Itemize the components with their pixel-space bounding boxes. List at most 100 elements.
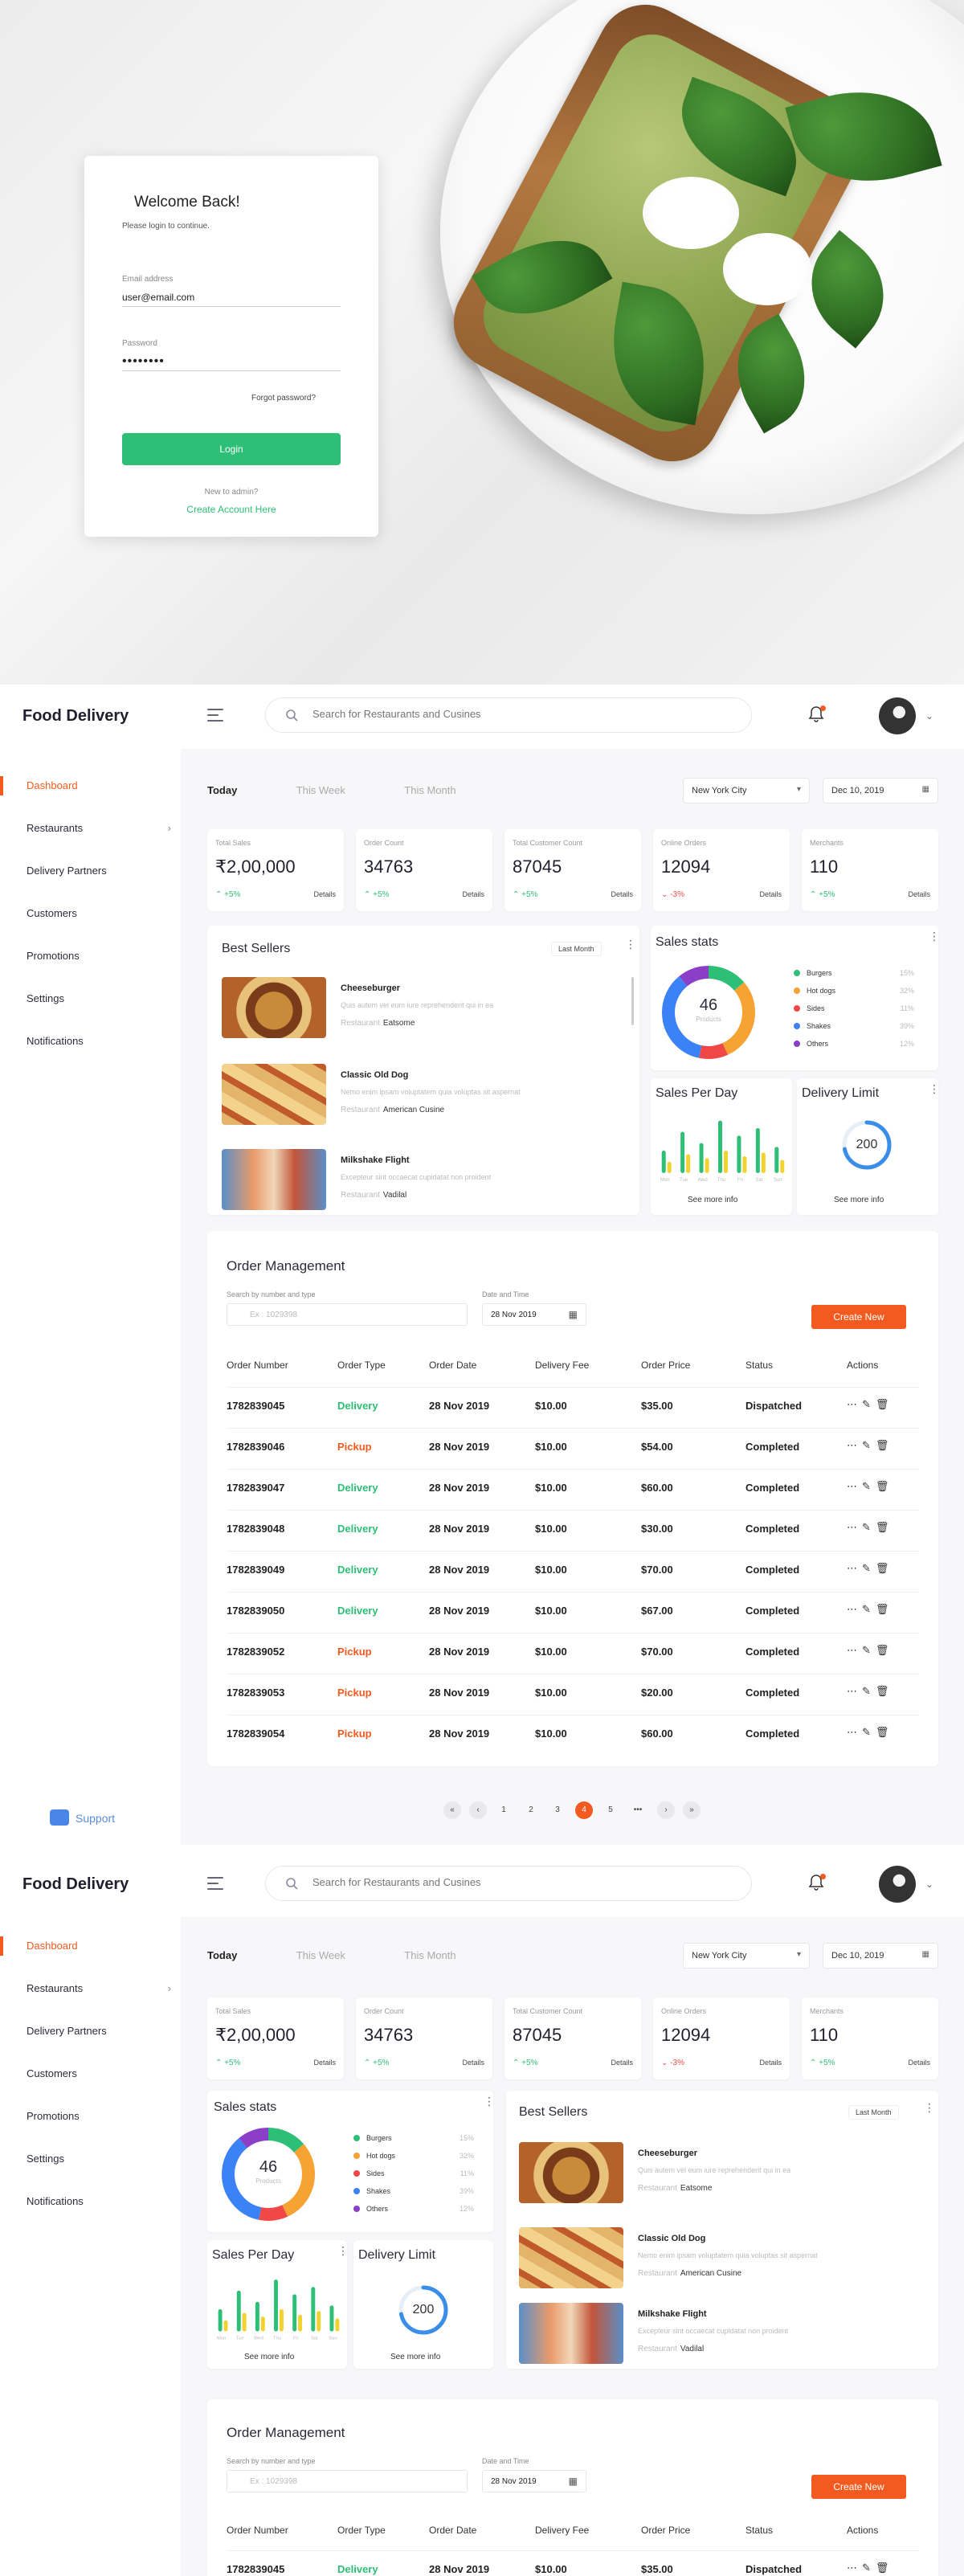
more-options-icon[interactable]: ⋮ bbox=[337, 2245, 349, 2256]
list-item[interactable]: Classic Old Dog Nemo enim ipsam voluptat… bbox=[222, 1064, 615, 1126]
sidebar-item-promotions[interactable]: Promotions bbox=[0, 2107, 181, 2126]
tab-this-month[interactable]: This Month bbox=[404, 1949, 455, 1961]
page-2[interactable]: 2 bbox=[522, 1801, 540, 1819]
see-more-link[interactable]: See more info bbox=[834, 1196, 884, 1204]
order-date-picker[interactable]: 28 Nov 2019 ▦ bbox=[482, 1303, 586, 1326]
details-link[interactable]: Details bbox=[462, 890, 484, 898]
more-icon[interactable]: ⋯ bbox=[847, 2562, 862, 2574]
edit-icon[interactable]: ✎ bbox=[862, 1398, 876, 1410]
list-item[interactable]: Cheeseburger Quis autem vel eum iure rep… bbox=[519, 2142, 921, 2205]
delete-icon[interactable]: 🗑 bbox=[876, 1726, 894, 1738]
edit-icon[interactable]: ✎ bbox=[862, 1439, 876, 1451]
menu-icon[interactable] bbox=[207, 709, 227, 723]
see-more-link[interactable]: See more info bbox=[688, 1196, 737, 1204]
delete-icon[interactable]: 🗑 bbox=[876, 1644, 894, 1656]
edit-icon[interactable]: ✎ bbox=[862, 1685, 876, 1697]
delete-icon[interactable]: 🗑 bbox=[876, 1685, 894, 1697]
scrollbar[interactable] bbox=[631, 977, 634, 1025]
delete-icon[interactable]: 🗑 bbox=[876, 1521, 894, 1533]
sidebar-item-settings[interactable]: Settings bbox=[0, 2149, 181, 2169]
more-options-icon[interactable]: ⋮ bbox=[929, 1083, 940, 1094]
more-icon[interactable]: ⋯ bbox=[847, 1480, 862, 1492]
delete-icon[interactable]: 🗑 bbox=[876, 1480, 894, 1492]
details-link[interactable]: Details bbox=[908, 890, 930, 898]
more-icon[interactable]: ⋯ bbox=[847, 1603, 862, 1615]
page-4[interactable]: 4 bbox=[575, 1801, 593, 1819]
more-icon[interactable]: ⋯ bbox=[847, 1398, 862, 1410]
delete-icon[interactable]: 🗑 bbox=[876, 1562, 894, 1574]
tab-this-week[interactable]: This Week bbox=[296, 784, 345, 796]
avatar[interactable] bbox=[879, 697, 916, 734]
sidebar-item-restaurants[interactable]: Restaurants › bbox=[0, 819, 181, 838]
list-item[interactable]: Milkshake Flight Excepteur sint occaecat… bbox=[519, 2303, 921, 2365]
sidebar-item-restaurants[interactable]: Restaurants › bbox=[0, 1979, 181, 1998]
prev-page-icon[interactable]: ‹ bbox=[469, 1801, 487, 1819]
more-options-icon[interactable]: ⋮ bbox=[924, 2102, 935, 2113]
first-page-icon[interactable]: « bbox=[443, 1801, 461, 1819]
create-account-link[interactable]: Create Account Here bbox=[84, 504, 378, 515]
list-item[interactable]: Classic Old Dog Nemo enim ipsam voluptat… bbox=[519, 2227, 921, 2290]
list-item[interactable]: Cheeseburger Quis autem vel eum iure rep… bbox=[222, 977, 615, 1040]
details-link[interactable]: Details bbox=[611, 2059, 633, 2067]
more-options-icon[interactable]: ⋮ bbox=[625, 938, 636, 950]
date-picker[interactable]: Dec 10, 2019 ▦ bbox=[823, 778, 938, 803]
sidebar-item-dashboard[interactable]: Dashboard bbox=[0, 776, 181, 795]
login-button[interactable]: Login bbox=[122, 433, 341, 465]
details-link[interactable]: Details bbox=[759, 2059, 782, 2067]
more-icon[interactable]: ⋯ bbox=[847, 1521, 862, 1533]
create-new-button[interactable]: Create New bbox=[811, 2475, 906, 2499]
sidebar-item-delivery-partners[interactable]: Delivery Partners bbox=[0, 861, 181, 881]
more-icon[interactable]: ⋯ bbox=[847, 1726, 862, 1738]
forgot-password-link[interactable]: Forgot password? bbox=[251, 394, 316, 403]
tab-today[interactable]: Today bbox=[207, 784, 237, 796]
details-link[interactable]: Details bbox=[462, 2059, 484, 2067]
page-1[interactable]: 1 bbox=[495, 1801, 513, 1819]
period-filter[interactable]: Last Month bbox=[848, 2105, 899, 2120]
tab-today[interactable]: Today bbox=[207, 1949, 237, 1961]
sidebar-item-customers[interactable]: Customers bbox=[0, 2064, 181, 2083]
edit-icon[interactable]: ✎ bbox=[862, 1562, 876, 1574]
notification-bell-icon[interactable] bbox=[808, 1874, 826, 1895]
page-5[interactable]: 5 bbox=[602, 1801, 619, 1819]
more-options-icon[interactable]: ⋮ bbox=[929, 930, 940, 942]
edit-icon[interactable]: ✎ bbox=[862, 1603, 876, 1615]
last-page-icon[interactable]: » bbox=[683, 1801, 701, 1819]
sidebar-item-delivery-partners[interactable]: Delivery Partners bbox=[0, 2022, 181, 2041]
details-link[interactable]: Details bbox=[611, 890, 633, 898]
more-icon[interactable]: ⋯ bbox=[847, 1439, 862, 1451]
chevron-down-icon[interactable]: ⌄ bbox=[925, 1879, 933, 1890]
details-link[interactable]: Details bbox=[759, 890, 782, 898]
page-3[interactable]: 3 bbox=[549, 1801, 566, 1819]
order-date-picker[interactable]: 28 Nov 2019 ▦ bbox=[482, 2470, 586, 2492]
order-search-input[interactable]: Ex : 1029398 bbox=[227, 2470, 468, 2492]
order-search-input[interactable]: Ex : 1029398 bbox=[227, 1303, 468, 1326]
chevron-down-icon[interactable]: ⌄ bbox=[925, 710, 933, 722]
delete-icon[interactable]: 🗑 bbox=[876, 1398, 894, 1410]
avatar[interactable] bbox=[879, 1866, 916, 1903]
edit-icon[interactable]: ✎ bbox=[862, 1480, 876, 1492]
details-link[interactable]: Details bbox=[908, 2059, 930, 2067]
edit-icon[interactable]: ✎ bbox=[862, 2562, 876, 2574]
edit-icon[interactable]: ✎ bbox=[862, 1521, 876, 1533]
period-filter[interactable]: Last Month bbox=[551, 942, 602, 956]
menu-icon[interactable] bbox=[207, 1877, 227, 1891]
delete-icon[interactable]: 🗑 bbox=[876, 1439, 894, 1451]
search-input[interactable] bbox=[312, 1876, 730, 1888]
sidebar-item-notifications[interactable]: Notifications bbox=[0, 1032, 181, 1051]
sidebar-item-dashboard[interactable]: Dashboard bbox=[0, 1936, 181, 1956]
next-page-icon[interactable]: › bbox=[657, 1801, 675, 1819]
password-field[interactable] bbox=[122, 352, 341, 371]
search-input[interactable] bbox=[312, 708, 730, 720]
details-link[interactable]: Details bbox=[313, 890, 336, 898]
notification-bell-icon[interactable] bbox=[808, 705, 826, 727]
page-ellipsis[interactable]: ••• bbox=[629, 1801, 647, 1819]
more-options-icon[interactable]: ⋮ bbox=[484, 2096, 495, 2107]
email-field[interactable] bbox=[122, 288, 341, 307]
date-picker[interactable]: Dec 10, 2019 ▦ bbox=[823, 1943, 938, 1969]
more-icon[interactable]: ⋯ bbox=[847, 1562, 862, 1574]
sidebar-item-promotions[interactable]: Promotions bbox=[0, 947, 181, 966]
edit-icon[interactable]: ✎ bbox=[862, 1726, 876, 1738]
sidebar-item-customers[interactable]: Customers bbox=[0, 904, 181, 923]
sidebar-item-notifications[interactable]: Notifications bbox=[0, 2192, 181, 2211]
more-icon[interactable]: ⋯ bbox=[847, 1644, 862, 1656]
